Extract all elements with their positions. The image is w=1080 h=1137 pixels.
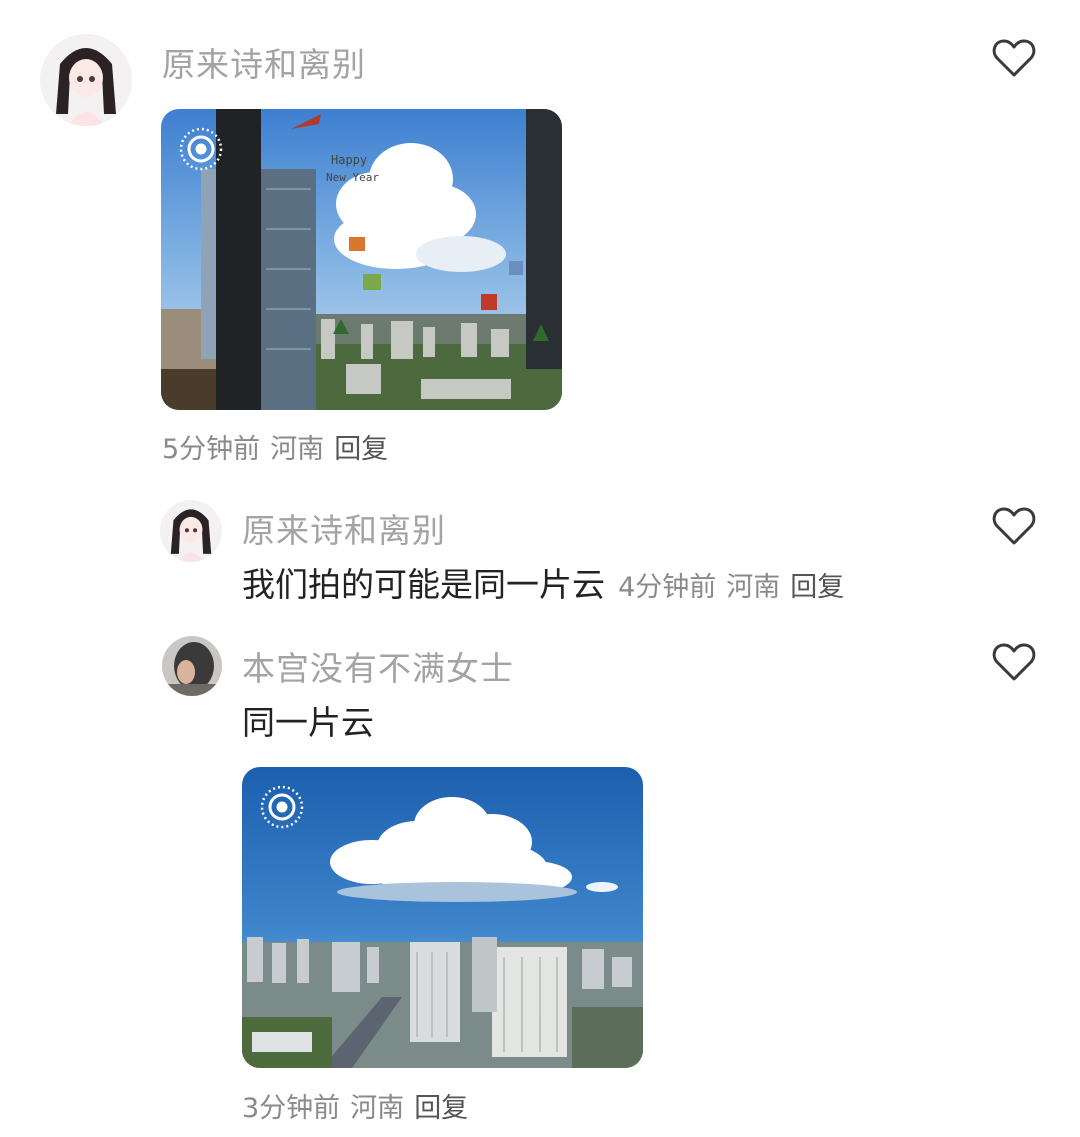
- location: 河南: [350, 1093, 405, 1124]
- timestamp: 5分钟前: [162, 434, 261, 465]
- comment-meta: 4分钟前 河南 回复: [618, 572, 854, 603]
- timestamp: 3分钟前: [242, 1093, 341, 1124]
- location: 河南: [270, 434, 325, 465]
- like-button[interactable]: [992, 506, 1036, 550]
- reply-button[interactable]: 回复: [334, 434, 388, 465]
- timestamp: 4分钟前: [618, 572, 717, 603]
- comment-photo[interactable]: [242, 767, 643, 1068]
- comment-text: 同一片云: [242, 703, 374, 742]
- live-photo-icon: [260, 785, 304, 829]
- comment-meta: 3分钟前 河南 回复: [242, 1086, 478, 1125]
- location: 河南: [726, 572, 781, 603]
- comment-body: 我们拍的可能是同一片云 4分钟前 河南 回复: [242, 558, 854, 606]
- avatar[interactable]: [160, 500, 222, 562]
- avatar[interactable]: [162, 636, 222, 696]
- comment-3: 本宫没有不满女士 同一片云 3分钟前 河南 回复: [0, 620, 1080, 1130]
- like-button[interactable]: [992, 642, 1036, 686]
- reply-button[interactable]: 回复: [414, 1093, 468, 1124]
- comment-username[interactable]: 本宫没有不满女士: [242, 642, 514, 690]
- comment-username[interactable]: 原来诗和离别: [162, 38, 366, 86]
- avatar[interactable]: [40, 34, 132, 126]
- svg-text:New Year: New Year: [326, 171, 379, 184]
- reply-button[interactable]: 回复: [790, 572, 844, 603]
- live-photo-icon: [179, 127, 223, 171]
- comment-photo[interactable]: Happy New Year: [161, 109, 562, 410]
- heart-outline-icon: [992, 39, 1036, 77]
- heart-outline-icon: [992, 507, 1036, 545]
- heart-outline-icon: [992, 643, 1036, 681]
- comment-meta: 5分钟前 河南 回复: [162, 427, 398, 466]
- svg-text:Happy: Happy: [331, 153, 367, 167]
- like-button[interactable]: [992, 38, 1036, 82]
- comment-2: 原来诗和离别 我们拍的可能是同一片云 4分钟前 河南 回复: [0, 480, 1080, 610]
- comment-1: 原来诗和离别 Happy New Year 5分钟前 河南 回复: [0, 0, 1080, 470]
- comment-username[interactable]: 原来诗和离别: [242, 504, 446, 552]
- comment-text: 我们拍的可能是同一片云: [242, 565, 605, 604]
